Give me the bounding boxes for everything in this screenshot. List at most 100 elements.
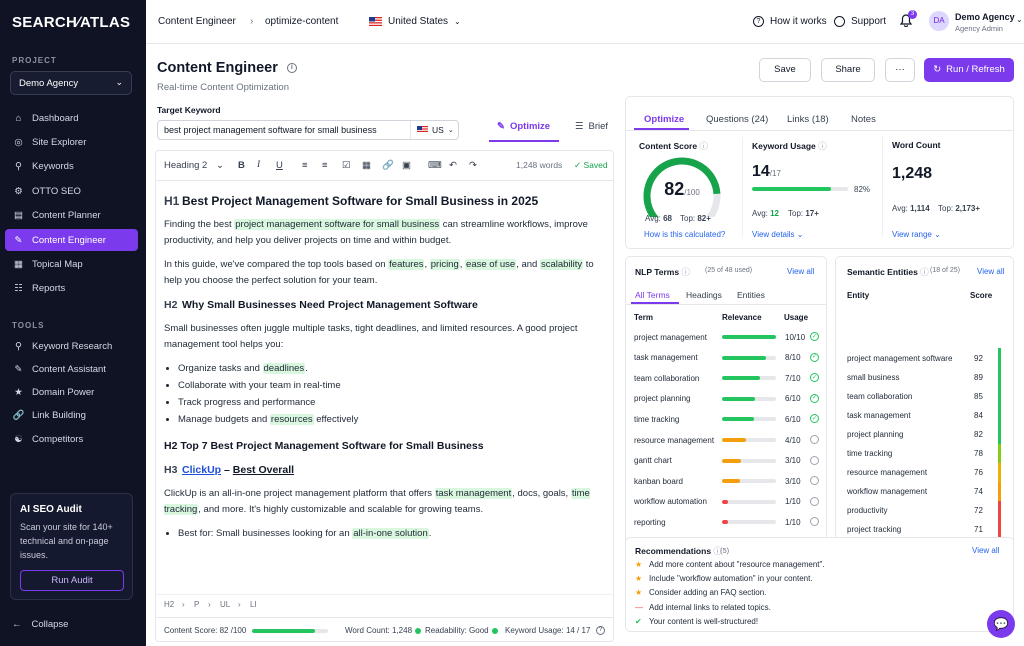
- tab-headings[interactable]: Headings: [686, 290, 722, 300]
- tab-optimize[interactable]: ✎ Optimize: [497, 121, 550, 132]
- table-row[interactable]: reporting 1/10 ✓: [634, 512, 824, 532]
- table-row[interactable]: project planning 82: [847, 424, 1007, 445]
- sidebar-item-content-assistant[interactable]: ✎ Content Assistant: [5, 358, 138, 380]
- italic-icon[interactable]: I: [257, 160, 260, 170]
- code-icon[interactable]: ⌨: [428, 160, 442, 171]
- path-ul[interactable]: UL: [220, 600, 230, 609]
- notifications-button[interactable]: 3: [900, 10, 917, 27]
- table-row[interactable]: gantt chart 3/10 ✓: [634, 451, 824, 471]
- nlp-terms-panel: NLP Terms ⓘ (25 of 48 used) View all All…: [625, 256, 827, 576]
- info-icon[interactable]: i: [286, 63, 297, 74]
- support-link[interactable]: Support: [834, 16, 886, 27]
- table-row[interactable]: resource management 76: [847, 462, 1007, 483]
- entity-score: 84: [974, 410, 983, 420]
- run-audit-button[interactable]: Run Audit: [20, 570, 124, 591]
- table-icon[interactable]: ▦: [362, 160, 371, 171]
- sidebar-item-label: Reports: [32, 283, 66, 295]
- view-details-link[interactable]: View details ⌄: [752, 230, 803, 239]
- logo[interactable]: SEARCH∕ATLAS: [12, 14, 130, 31]
- table-row[interactable]: team collaboration 85: [847, 386, 1007, 407]
- help-circle-icon[interactable]: ?: [596, 626, 605, 635]
- tab-links[interactable]: Links (18): [787, 114, 829, 125]
- nlp-view-all-link[interactable]: View all: [787, 267, 814, 276]
- save-button[interactable]: Save: [759, 58, 811, 82]
- how-calculated-link[interactable]: How is this calculated?: [644, 230, 725, 239]
- recommendations-view-all-link[interactable]: View all: [972, 546, 999, 555]
- chevron-down-icon: ⌄: [115, 77, 123, 87]
- recommendation-item[interactable]: ★ Add more content about "resource manage…: [635, 560, 825, 569]
- recommendation-item[interactable]: — Add internal links to related topics.: [635, 603, 771, 612]
- table-row[interactable]: project planning 6/10 ✓: [634, 389, 824, 409]
- share-button[interactable]: Share: [821, 58, 875, 82]
- sidebar-item-otto-seo[interactable]: ⚙ OTTO SEO: [5, 180, 138, 202]
- recommendation-item[interactable]: ✔ Your content is well-structured!: [635, 617, 758, 626]
- recommendation-item[interactable]: ★ Include "workflow automation" in your c…: [635, 574, 813, 583]
- keyword-country-select[interactable]: US ⌄: [410, 121, 458, 139]
- table-row[interactable]: time tracking 78: [847, 443, 1007, 464]
- table-row[interactable]: kanban board 3/10 ✓: [634, 471, 824, 491]
- view-range-link[interactable]: View range ⌄: [892, 230, 941, 239]
- recommendation-text: Consider adding an FAQ section.: [649, 588, 767, 598]
- tab-all-terms[interactable]: All Terms: [635, 290, 670, 300]
- tab-notes[interactable]: Notes: [851, 114, 876, 125]
- table-row[interactable]: task management 84: [847, 405, 1007, 426]
- sidebar-item-dashboard[interactable]: ⌂ Dashboard: [5, 107, 138, 129]
- table-row[interactable]: project management 10/10 ✓: [634, 327, 824, 347]
- table-row[interactable]: time tracking 6/10 ✓: [634, 409, 824, 429]
- checklist-icon[interactable]: ☑: [342, 160, 351, 171]
- sidebar-item-domain-power[interactable]: ★ Domain Power: [5, 382, 138, 404]
- more-button[interactable]: ···: [885, 58, 915, 82]
- entity-score: 85: [974, 391, 983, 401]
- recommendation-item[interactable]: ★ Consider adding an FAQ section.: [635, 588, 766, 597]
- undo-icon[interactable]: ↶: [449, 160, 457, 171]
- sidebar-item-competitors[interactable]: ☯ Competitors: [5, 428, 138, 450]
- collapse-button[interactable]: ← Collapse: [12, 619, 68, 630]
- clickup-link[interactable]: ClickUp: [182, 464, 221, 476]
- link-icon[interactable]: 🔗: [382, 160, 394, 171]
- breadcrumb-content-engineer[interactable]: Content Engineer: [158, 16, 236, 27]
- heading-select[interactable]: Heading 2 ⌄: [164, 160, 224, 171]
- path-p[interactable]: P: [194, 600, 199, 609]
- sidebar-item-reports[interactable]: ☷ Reports: [5, 278, 138, 300]
- editor-content[interactable]: H1 Best Project Management Software for S…: [164, 193, 604, 550]
- table-row[interactable]: workflow automation 1/10 ✓: [634, 492, 824, 512]
- sidebar-item-topical-map[interactable]: ▦ Topical Map: [5, 253, 138, 275]
- path-li[interactable]: LI: [250, 600, 257, 609]
- project-select[interactable]: Demo Agency ⌄: [10, 71, 132, 95]
- sidebar-item-content-engineer[interactable]: ✎ Content Engineer: [5, 229, 138, 251]
- table-row[interactable]: project management software 92: [847, 348, 1007, 368]
- user-menu[interactable]: DA Demo Agency Agency Admin ⌄: [929, 11, 1023, 33]
- country-select[interactable]: United States ⌄: [369, 16, 461, 27]
- table-row[interactable]: productivity 72: [847, 500, 1007, 521]
- sidebar-item-link-building[interactable]: 🔗 Link Building: [5, 405, 138, 427]
- tab-entities[interactable]: Entities: [737, 290, 765, 300]
- how-it-works-link[interactable]: ? How it works: [753, 16, 827, 27]
- relevance-bar: [722, 458, 776, 463]
- chat-fab-button[interactable]: 💬: [987, 610, 1015, 638]
- semantic-view-all-link[interactable]: View all: [977, 267, 1004, 276]
- table-row[interactable]: resource management 4/10 ✓: [634, 430, 824, 450]
- chat-icon: [834, 16, 845, 27]
- path-h2[interactable]: H2: [164, 600, 174, 609]
- sidebar-item-keywords[interactable]: ⚲ Keywords: [5, 156, 138, 178]
- nlp-usage: 3/10: [785, 456, 801, 466]
- redo-icon[interactable]: ↷: [469, 160, 477, 171]
- image-icon[interactable]: ▣: [402, 160, 411, 171]
- bold-icon[interactable]: B: [238, 160, 245, 171]
- table-row[interactable]: team collaboration 7/10 ✓: [634, 368, 824, 388]
- sidebar-item-keyword-research[interactable]: ⚲ Keyword Research: [5, 335, 138, 357]
- run-refresh-button[interactable]: ↻ Run / Refresh: [924, 58, 1014, 82]
- underline-icon[interactable]: U: [276, 160, 283, 171]
- sidebar-item-content-planner[interactable]: ▤ Content Planner: [5, 205, 138, 227]
- tab-optimize-right[interactable]: Optimize: [644, 114, 684, 125]
- sidebar-item-site-explorer[interactable]: ◎ Site Explorer: [5, 131, 138, 153]
- bullet-list-icon[interactable]: ≡: [302, 160, 308, 171]
- sidebar-item-label: Keyword Research: [32, 340, 113, 352]
- table-row[interactable]: workflow management 74: [847, 481, 1007, 502]
- tab-questions[interactable]: Questions (24): [706, 114, 768, 125]
- numbered-list-icon[interactable]: ≡: [322, 160, 328, 171]
- table-row[interactable]: small business 89: [847, 367, 1007, 388]
- tab-brief[interactable]: ☰ Brief: [575, 121, 608, 132]
- relevance-bar: [722, 355, 776, 360]
- table-row[interactable]: task management 8/10 ✓: [634, 348, 824, 368]
